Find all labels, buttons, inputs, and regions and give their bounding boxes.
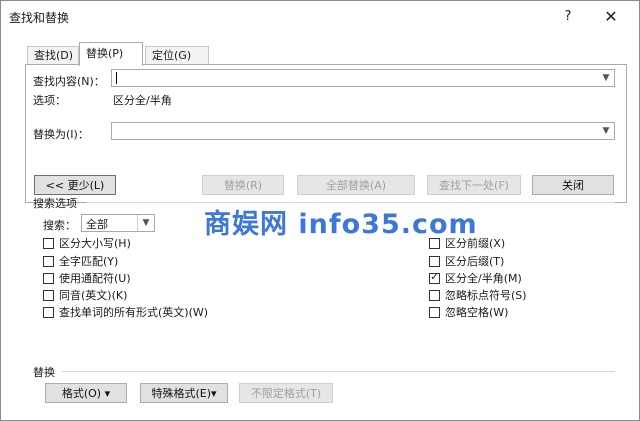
- checkbox-label: 忽略标点符号(S): [445, 289, 527, 302]
- replace-all-button[interactable]: 全部替换(A): [297, 175, 415, 195]
- tab-goto[interactable]: 定位(G): [145, 46, 209, 65]
- checkbox-label: 同音(英文)(K): [59, 289, 128, 302]
- no-formatting-button[interactable]: 不限定格式(T): [239, 383, 333, 403]
- checkbox-wildcards[interactable]: 使用通配符(U): [43, 271, 131, 285]
- find-label: 查找内容(N)：: [33, 75, 105, 88]
- special-format-button[interactable]: 特殊格式(E)▾: [140, 383, 228, 403]
- dialog-title: 查找和替换: [9, 11, 70, 25]
- checkbox-sounds-like[interactable]: 同音(英文)(K): [43, 288, 127, 302]
- close-button[interactable]: 关闭: [532, 175, 614, 195]
- checkbox-box[interactable]: [429, 289, 440, 301]
- divider: [61, 371, 615, 372]
- tab-find[interactable]: 查找(D): [27, 46, 79, 65]
- replace-section-title: 替换: [33, 366, 55, 379]
- checkbox-ignore-punctuation[interactable]: 忽略标点符号(S): [429, 288, 527, 302]
- options-label: 选项：: [33, 94, 66, 107]
- search-options-title: 搜索选项: [33, 197, 77, 210]
- checkbox-label: 全字匹配(Y): [59, 255, 119, 268]
- checkbox-box[interactable]: [43, 289, 54, 301]
- checkbox-box[interactable]: [43, 255, 54, 267]
- checkbox-label: 区分后缀(T): [445, 255, 505, 268]
- find-next-button[interactable]: 查找下一处(F): [427, 175, 521, 195]
- replace-button[interactable]: 替换(R): [202, 175, 284, 195]
- find-input[interactable]: ▼: [111, 69, 615, 87]
- checkbox-label: 忽略空格(W): [445, 306, 509, 319]
- checkbox-match-width[interactable]: ✓ 区分全/半角(M): [429, 271, 522, 285]
- checkbox-box[interactable]: [43, 272, 54, 284]
- checkbox-box[interactable]: [429, 306, 440, 318]
- search-direction-label: 搜索：: [43, 219, 76, 232]
- checkbox-label: 查找单词的所有形式(英文)(W): [59, 306, 209, 319]
- checkbox-box[interactable]: [43, 237, 54, 249]
- checkbox-all-word-forms[interactable]: 查找单词的所有形式(英文)(W): [43, 305, 208, 319]
- search-direction-select[interactable]: 全部 ▼: [81, 214, 155, 232]
- chevron-down-icon[interactable]: ▼: [598, 70, 614, 86]
- options-value: 区分全/半角: [113, 94, 172, 107]
- checkbox-label: 区分全/半角(M): [445, 272, 522, 285]
- tab-replace[interactable]: 替换(P): [79, 42, 143, 66]
- title-bar: 查找和替换 ? ✕: [1, 1, 639, 31]
- checkbox-whole-word[interactable]: 全字匹配(Y): [43, 254, 118, 268]
- text-cursor: [116, 72, 117, 84]
- format-button[interactable]: 格式(O) ▾: [45, 383, 127, 403]
- checkbox-ignore-spaces[interactable]: 忽略空格(W): [429, 305, 508, 319]
- check-icon[interactable]: ✓: [429, 272, 440, 284]
- replace-with-label: 替换为(I)：: [33, 128, 89, 141]
- help-button[interactable]: ?: [550, 3, 586, 29]
- find-replace-dialog: 查找和替换 ? ✕ 查找(D) 替换(P) 定位(G) 查找内容(N)： ▼ 选…: [0, 0, 640, 421]
- chevron-down-icon[interactable]: ▼: [137, 215, 154, 231]
- chevron-down-icon[interactable]: ▼: [598, 123, 614, 139]
- close-icon[interactable]: ✕: [593, 3, 629, 29]
- checkbox-label: 区分大小写(H): [59, 237, 131, 250]
- replace-with-input[interactable]: ▼: [111, 122, 615, 140]
- checkbox-label: 使用通配符(U): [59, 272, 131, 285]
- checkbox-match-case[interactable]: 区分大小写(H): [43, 236, 131, 250]
- checkbox-box[interactable]: [429, 255, 440, 267]
- checkbox-match-suffix[interactable]: 区分后缀(T): [429, 254, 504, 268]
- checkbox-box[interactable]: [43, 306, 54, 318]
- less-button[interactable]: << 更少(L): [34, 175, 116, 195]
- watermark: 商娱网 info35.com: [204, 209, 478, 240]
- search-direction-value: 全部: [86, 218, 108, 231]
